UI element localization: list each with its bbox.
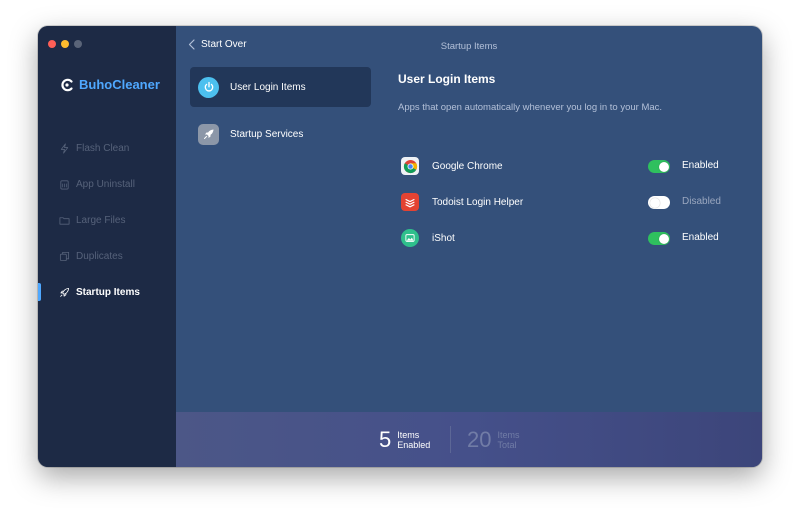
enabled-label-line1: Items bbox=[397, 430, 420, 440]
total-items-stat: 20 Items Total bbox=[467, 429, 520, 451]
sidebar: BuhoCleaner Flash Clean App Uninstall La… bbox=[38, 26, 176, 467]
brand: BuhoCleaner bbox=[60, 77, 160, 92]
sidebar-item-label: Duplicates bbox=[76, 250, 123, 262]
trash-icon bbox=[60, 179, 69, 189]
total-label: Items Total bbox=[497, 430, 519, 450]
rocket-icon bbox=[198, 123, 219, 145]
toggle-status: Enabled bbox=[682, 232, 719, 243]
summary-footer: 5 Items Enabled 20 Items Total bbox=[176, 412, 762, 467]
total-count: 20 bbox=[467, 427, 492, 452]
list-item-todoist-login-helper: Todoist Login Helper Disabled bbox=[401, 184, 721, 220]
sidebar-item-app-uninstall[interactable]: App Uninstall bbox=[38, 166, 176, 202]
sidebar-item-flash-clean[interactable]: Flash Clean bbox=[38, 130, 176, 166]
toggle-status: Enabled bbox=[682, 160, 719, 171]
startup-subnav: User Login Items Startup Services bbox=[190, 67, 371, 161]
folder-icon bbox=[59, 216, 70, 225]
brand-name: BuhoCleaner bbox=[79, 77, 160, 92]
list-item-ishot: iShot Enabled bbox=[401, 220, 721, 256]
app-name: Google Chrome bbox=[432, 160, 503, 172]
sidebar-item-label: App Uninstall bbox=[76, 178, 135, 190]
ishot-icon bbox=[401, 229, 419, 247]
buho-logo-icon bbox=[61, 78, 73, 91]
window-controls bbox=[48, 40, 82, 48]
google-chrome-toggle[interactable] bbox=[648, 160, 670, 173]
todoist-login-helper-toggle[interactable] bbox=[648, 196, 670, 209]
sidebar-item-large-files[interactable]: Large Files bbox=[38, 202, 176, 238]
tab-user-login-items[interactable]: User Login Items bbox=[190, 67, 371, 107]
app-window: BuhoCleaner Flash Clean App Uninstall La… bbox=[38, 26, 762, 467]
close-window-button[interactable] bbox=[48, 40, 56, 48]
sidebar-nav: Flash Clean App Uninstall Large Files Du… bbox=[38, 130, 176, 310]
section-description: Apps that open automatically whenever yo… bbox=[398, 102, 663, 113]
enabled-items-stat: 5 Items Enabled bbox=[379, 429, 430, 451]
tab-startup-services[interactable]: Startup Services bbox=[190, 114, 371, 154]
enabled-count: 5 bbox=[379, 427, 392, 452]
sidebar-item-startup-items[interactable]: Startup Items bbox=[38, 274, 176, 310]
section-title: User Login Items bbox=[398, 72, 496, 86]
sidebar-item-label: Large Files bbox=[76, 214, 126, 226]
sidebar-item-duplicates[interactable]: Duplicates bbox=[38, 238, 176, 274]
footer-divider bbox=[450, 426, 451, 453]
rocket-icon bbox=[60, 287, 70, 297]
topbar: Start Over Startup Items bbox=[176, 26, 762, 64]
sidebar-item-label: Flash Clean bbox=[76, 142, 130, 154]
toggle-status: Disabled bbox=[682, 196, 721, 207]
app-name: Todoist Login Helper bbox=[432, 196, 524, 208]
enabled-label-line2: Enabled bbox=[397, 440, 431, 450]
total-label-line2: Total bbox=[497, 440, 517, 450]
app-name: iShot bbox=[432, 232, 455, 244]
flash-icon bbox=[60, 143, 69, 153]
sidebar-item-label: Startup Items bbox=[76, 286, 140, 298]
chrome-icon bbox=[401, 157, 419, 175]
total-label-line1: Items bbox=[497, 430, 520, 440]
list-item-google-chrome: Google Chrome Enabled bbox=[401, 148, 721, 184]
duplicate-icon bbox=[59, 251, 70, 261]
ishot-toggle[interactable] bbox=[648, 232, 670, 245]
todoist-icon bbox=[401, 193, 419, 211]
tab-label: User Login Items bbox=[230, 81, 306, 93]
login-items-list: Google Chrome Enabled Todoist Login Help… bbox=[401, 148, 721, 256]
window-title: Startup Items bbox=[440, 41, 498, 52]
minimize-window-button[interactable] bbox=[61, 40, 69, 48]
zoom-window-button[interactable] bbox=[74, 40, 82, 48]
power-icon bbox=[198, 76, 219, 98]
main-panel: Start Over Startup Items User Login Item… bbox=[176, 26, 762, 467]
tab-label: Startup Services bbox=[230, 128, 304, 140]
enabled-label: Items Enabled bbox=[397, 430, 430, 450]
